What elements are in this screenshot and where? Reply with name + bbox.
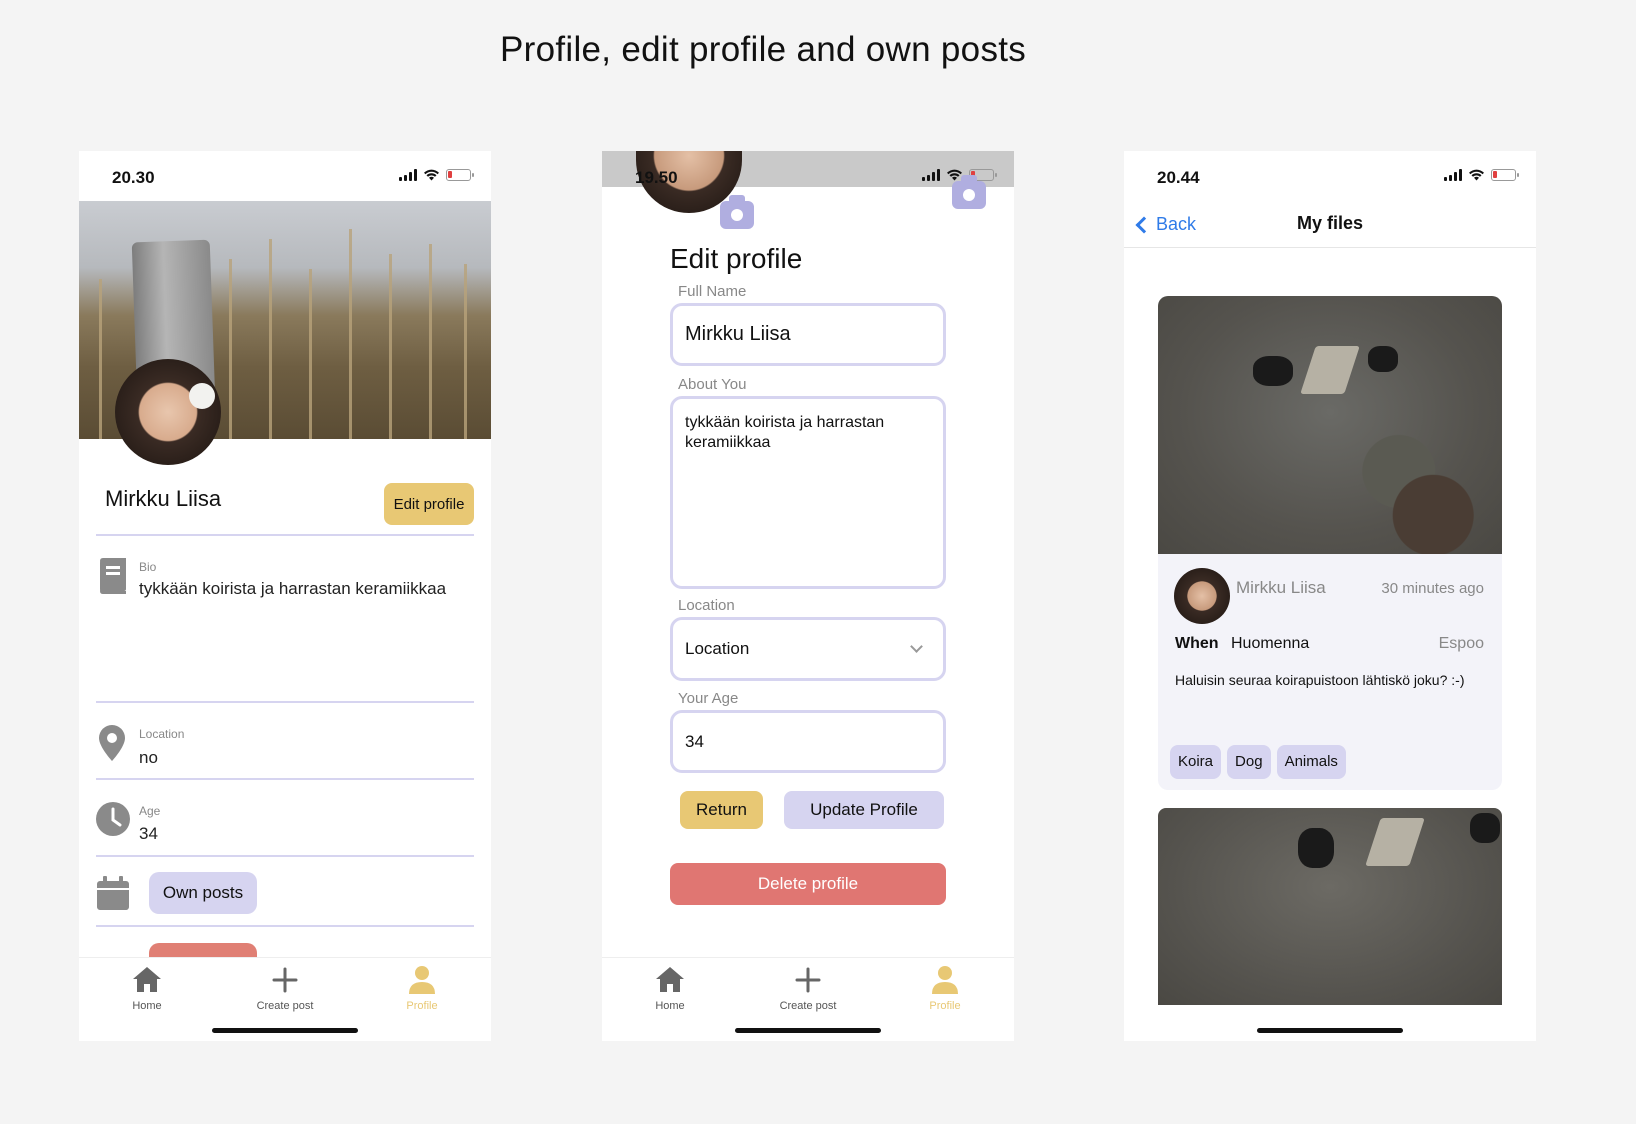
- tab-label: Profile: [929, 1000, 961, 1012]
- camera-icon[interactable]: [952, 175, 986, 209]
- tab-bar: Home Create post Profile: [79, 957, 491, 1041]
- full-name-label: Full Name: [678, 283, 747, 300]
- home-icon: [656, 967, 684, 992]
- status-time: 20.30: [112, 168, 155, 187]
- home-icon: [133, 967, 161, 992]
- home-indicator: [212, 1028, 358, 1033]
- tag[interactable]: Koira: [1170, 745, 1222, 779]
- post-author: Mirkku Liisa: [1236, 578, 1326, 597]
- divider: [96, 855, 474, 857]
- age-label: Age: [139, 804, 161, 818]
- clock-icon: [96, 802, 130, 836]
- status-time: 20.44: [1157, 168, 1200, 187]
- location-select[interactable]: Location: [670, 617, 946, 681]
- divider: [96, 778, 474, 780]
- divider: [96, 534, 474, 536]
- full-name-field[interactable]: [670, 303, 946, 366]
- wifi-icon: [1469, 169, 1484, 181]
- tab-label: Profile: [406, 1000, 438, 1012]
- tab-home[interactable]: Home: [97, 964, 197, 1014]
- tab-profile[interactable]: Profile: [895, 964, 995, 1014]
- calendar-icon: [97, 876, 129, 910]
- delete-profile-button[interactable]: Delete profile: [670, 863, 946, 905]
- status-bar: 20.44: [1124, 151, 1536, 201]
- person-icon: [932, 966, 958, 994]
- status-time: 19.50: [635, 168, 678, 187]
- plus-icon: [272, 967, 298, 993]
- location-label: Location: [139, 727, 185, 741]
- signal-icon: [1444, 169, 1462, 181]
- age-label: Your Age: [678, 690, 739, 707]
- profile-screen: 20.30 Mirkku Liisa Edit profile Bio tykk…: [79, 151, 491, 1041]
- edit-profile-heading: Edit profile: [670, 243, 803, 274]
- location-value: no: [139, 748, 158, 767]
- status-icons: [922, 169, 997, 181]
- when-value: Huomenna: [1231, 635, 1310, 652]
- signal-icon: [922, 169, 940, 181]
- edit-profile-screen: 19.50 Edit profile Full Name About You t…: [602, 151, 1014, 1041]
- wifi-icon: [424, 169, 439, 181]
- tab-label: Home: [132, 1000, 162, 1012]
- return-button[interactable]: Return: [680, 791, 763, 829]
- post-image: [1158, 296, 1502, 554]
- battery-icon: [446, 169, 474, 181]
- when-label: When: [1175, 635, 1219, 652]
- avatar[interactable]: [115, 359, 221, 465]
- profile-name: Mirkku Liisa: [105, 486, 222, 511]
- tab-label: Create post: [256, 1000, 314, 1012]
- status-icons: [1444, 169, 1519, 181]
- book-icon: [100, 558, 126, 594]
- page-title: Profile, edit profile and own posts: [500, 30, 1027, 69]
- screen-title: My files: [1296, 213, 1364, 233]
- avatar: [1174, 568, 1230, 624]
- own-posts-button[interactable]: Own posts: [149, 872, 257, 914]
- status-bar: 20.30: [79, 151, 491, 201]
- chevron-down-icon: [910, 640, 923, 653]
- post-image[interactable]: [1158, 808, 1502, 1005]
- bio-label: Bio: [139, 560, 157, 574]
- plus-icon: [795, 967, 821, 993]
- home-indicator: [1257, 1028, 1403, 1033]
- about-you-label: About You: [678, 376, 747, 393]
- tab-bar: Home Create post Profile: [602, 957, 1014, 1041]
- age-value: 34: [139, 824, 158, 843]
- tab-label: Create post: [779, 1000, 837, 1012]
- tag-list: Koira Dog Animals: [1170, 745, 1346, 779]
- tab-create-post[interactable]: Create post: [235, 964, 335, 1014]
- tab-label: Home: [655, 1000, 685, 1012]
- tag[interactable]: Dog: [1227, 745, 1271, 779]
- nav-bar: Back My files: [1124, 201, 1536, 248]
- location-pin-icon: [99, 725, 125, 761]
- divider: [96, 701, 474, 703]
- tag[interactable]: Animals: [1276, 745, 1346, 779]
- post-card[interactable]: Mirkku Liisa 30 minutes ago When Huomenn…: [1158, 296, 1502, 790]
- home-indicator: [735, 1028, 881, 1033]
- age-field[interactable]: [670, 710, 946, 773]
- status-icons: [399, 169, 474, 181]
- location-label: Location: [678, 597, 735, 614]
- signal-icon: [399, 169, 417, 181]
- camera-icon[interactable]: [720, 195, 754, 229]
- tab-profile[interactable]: Profile: [372, 964, 472, 1014]
- update-profile-button[interactable]: Update Profile: [784, 791, 944, 829]
- location-selected-value: Location: [685, 639, 750, 658]
- post-time: 30 minutes ago: [1381, 580, 1484, 597]
- divider: [96, 925, 474, 927]
- person-icon: [409, 966, 435, 994]
- post-text: Haluisin seuraa koirapuistoon lähtiskö j…: [1175, 672, 1465, 688]
- bio-value: tykkään koirista ja harrastan keramiikka…: [139, 579, 447, 598]
- edit-profile-button[interactable]: Edit profile: [384, 483, 474, 525]
- tab-home[interactable]: Home: [620, 964, 720, 1014]
- post-location: Espoo: [1438, 635, 1484, 652]
- tab-create-post[interactable]: Create post: [758, 964, 858, 1014]
- battery-icon: [1491, 169, 1519, 181]
- about-you-field[interactable]: tykkään koirista ja harrastan keramiikka…: [670, 396, 946, 589]
- my-files-screen: 20.44 Back My files Mirkku Liisa 30 minu…: [1124, 151, 1536, 1041]
